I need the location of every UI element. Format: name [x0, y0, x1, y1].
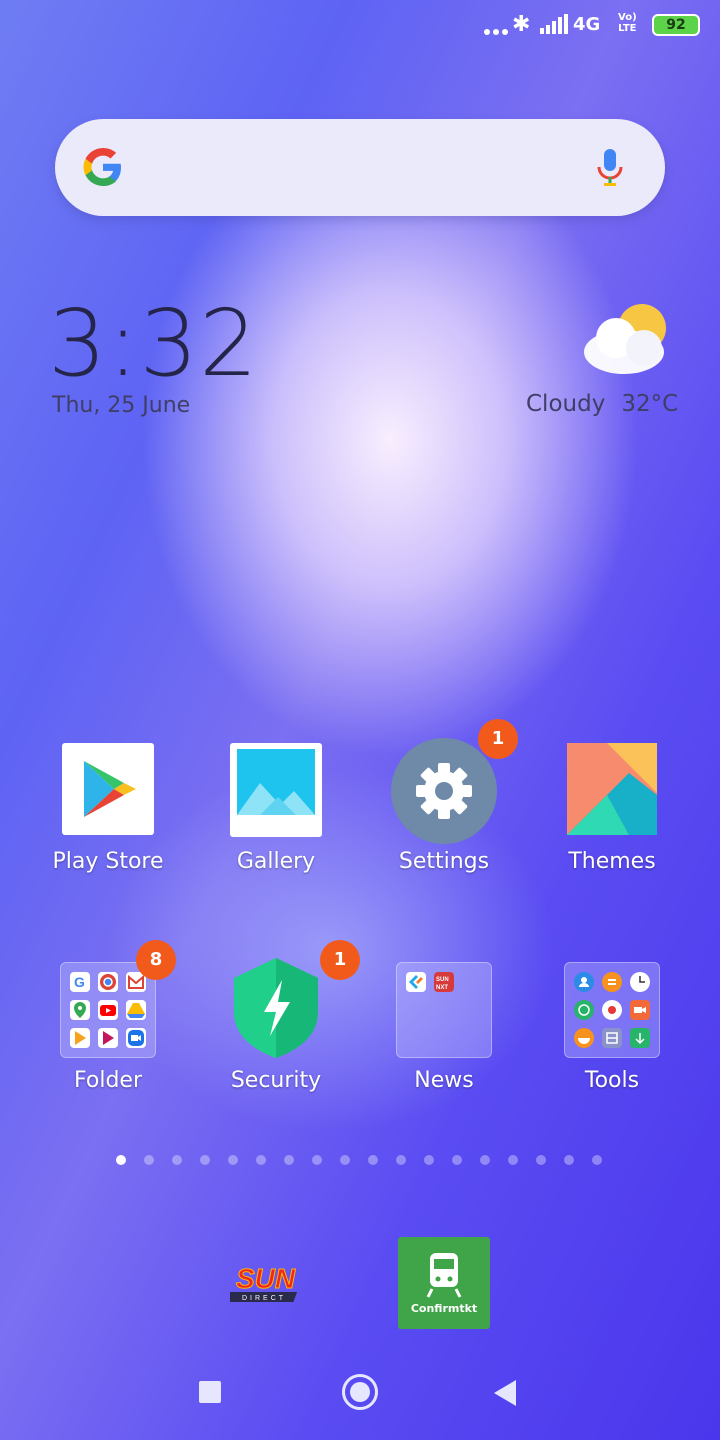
- page-indicator[interactable]: [116, 1155, 606, 1167]
- recent-apps-button[interactable]: [199, 1381, 221, 1403]
- themes-icon: [564, 743, 660, 839]
- page-dot[interactable]: [144, 1155, 154, 1165]
- app-play-store[interactable]: Play Store: [24, 743, 192, 874]
- folder-icon: [564, 962, 660, 1058]
- notification-badge: 1: [320, 940, 360, 980]
- app-news-folder[interactable]: SUN NXT News: [360, 962, 528, 1093]
- svg-text:SUN: SUN: [436, 977, 449, 983]
- page-dot[interactable]: [256, 1155, 266, 1165]
- folder-icon: SUN NXT: [396, 962, 492, 1058]
- confirmtkt-label: Confirmtkt: [410, 1302, 478, 1315]
- weather-temperature: 32°C: [621, 391, 679, 417]
- app-label: Play Store: [52, 849, 164, 874]
- page-dot-active[interactable]: [116, 1155, 126, 1165]
- app-settings[interactable]: 1 Settings: [360, 719, 528, 874]
- sun-direct-logo-icon: SUN DIRECT: [217, 1263, 298, 1302]
- page-dot[interactable]: [592, 1155, 602, 1165]
- app-security[interactable]: 1 Security: [192, 940, 360, 1093]
- app-label: Security: [230, 1068, 322, 1093]
- app-gallery[interactable]: Gallery: [192, 743, 360, 874]
- folder-icon: G 8: [60, 940, 176, 1058]
- page-dot[interactable]: [564, 1155, 574, 1165]
- back-button[interactable]: [494, 1380, 516, 1406]
- page-dot[interactable]: [368, 1155, 378, 1165]
- google-g-icon: [83, 148, 121, 186]
- page-dot[interactable]: [284, 1155, 294, 1165]
- page-dot[interactable]: [340, 1155, 350, 1165]
- app-themes[interactable]: Themes: [528, 743, 696, 874]
- app-sun-direct[interactable]: SUN DIRECT: [217, 1262, 324, 1308]
- clock-time[interactable]: 3:32: [48, 290, 259, 397]
- app-label: Settings: [398, 849, 490, 874]
- google-search-bar[interactable]: [55, 119, 665, 216]
- notification-badge: 1: [478, 719, 518, 759]
- play-store-icon: [60, 743, 156, 839]
- gear-icon: 1: [391, 719, 518, 844]
- app-label: Themes: [568, 849, 656, 874]
- signal-icon: [540, 14, 568, 34]
- clock-date: Thu, 25 June: [52, 393, 191, 418]
- microphone-icon[interactable]: [595, 147, 625, 189]
- gallery-icon: [228, 743, 324, 839]
- network-type: 4G: [573, 14, 601, 35]
- status-bar: ✱ 4G Vo) LTE 92: [0, 0, 720, 52]
- page-dot[interactable]: [480, 1155, 490, 1165]
- battery-indicator: 92: [652, 14, 700, 36]
- page-dot[interactable]: [312, 1155, 322, 1165]
- page-dot[interactable]: [396, 1155, 406, 1165]
- notification-dots-icon: [484, 20, 511, 39]
- app-label: News: [414, 1068, 474, 1093]
- bluetooth-icon: ✱: [512, 12, 531, 37]
- app-label: Folder: [74, 1068, 142, 1093]
- app-label: Tools: [584, 1068, 640, 1093]
- svg-text:DIRECT: DIRECT: [242, 1295, 286, 1302]
- svg-text:G: G: [74, 974, 85, 990]
- svg-text:SUN: SUN: [236, 1263, 296, 1294]
- page-dot[interactable]: [172, 1155, 182, 1165]
- page-dot[interactable]: [424, 1155, 434, 1165]
- app-label: Gallery: [236, 849, 316, 874]
- partly-cloudy-icon[interactable]: [582, 302, 672, 376]
- app-folder[interactable]: G 8 Folder: [24, 940, 192, 1093]
- page-dot[interactable]: [200, 1155, 210, 1165]
- home-button[interactable]: [342, 1374, 378, 1410]
- page-dot[interactable]: [228, 1155, 238, 1165]
- weather-info[interactable]: Cloudy 32°C: [526, 391, 678, 417]
- svg-text:NXT: NXT: [436, 985, 448, 991]
- page-dot[interactable]: [536, 1155, 546, 1165]
- app-confirmtkt[interactable]: Confirmtkt: [398, 1237, 490, 1329]
- weather-condition: Cloudy: [526, 391, 606, 417]
- page-dot[interactable]: [452, 1155, 462, 1165]
- app-tools-folder[interactable]: Tools: [528, 962, 696, 1093]
- security-shield-icon: 1: [228, 940, 360, 1058]
- notification-badge: 8: [136, 940, 176, 980]
- page-dot[interactable]: [508, 1155, 518, 1165]
- volte-indicator: Vo) LTE: [618, 12, 637, 34]
- train-icon: [426, 1253, 462, 1298]
